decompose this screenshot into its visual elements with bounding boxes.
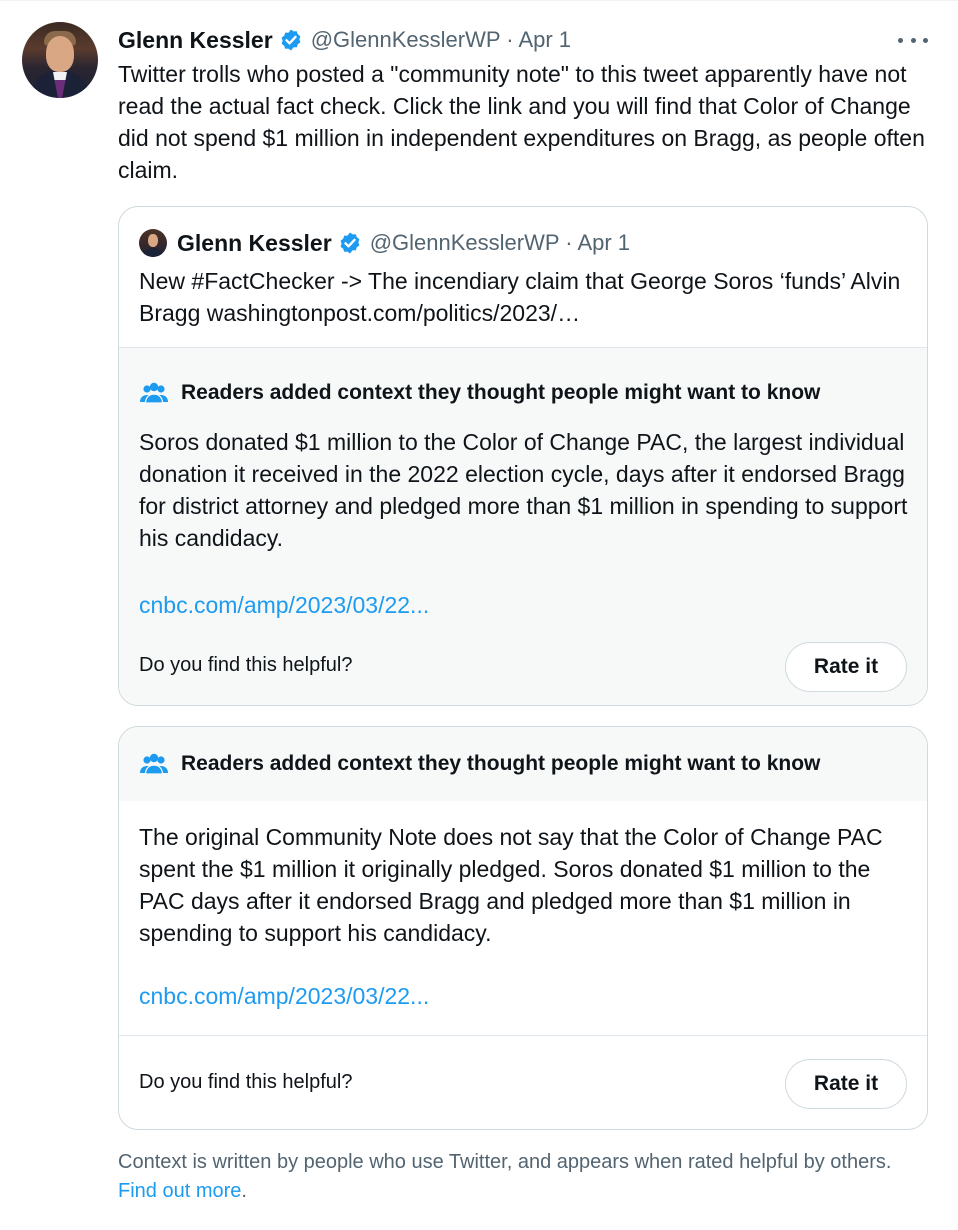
people-icon: [140, 753, 168, 775]
helpful-prompt: Do you find this helpful?: [139, 1071, 353, 1093]
author-avatar[interactable]: [22, 22, 98, 98]
verified-badge-icon: [340, 232, 360, 254]
note-link[interactable]: cnbc.com/amp/2023/03/22...: [139, 983, 429, 1010]
context-footer: Context is written by people who use Twi…: [118, 1148, 918, 1206]
rate-it-button[interactable]: Rate it: [785, 1059, 907, 1109]
helpful-prompt: Do you find this helpful?: [139, 654, 353, 676]
quoted-author-avatar: [139, 229, 167, 257]
people-icon: [140, 382, 168, 404]
note-header: Readers added context they thought peopl…: [119, 727, 927, 801]
find-out-more-link[interactable]: Find out more: [118, 1180, 241, 1202]
top-divider: [0, 0, 958, 1]
note-title: Readers added context they thought peopl…: [139, 378, 820, 408]
quoted-tweet-text: New #FactChecker -> The incendiary claim…: [139, 268, 901, 326]
footer-period: .: [241, 1180, 247, 1202]
community-note: Readers added context they thought peopl…: [119, 347, 927, 705]
quoted-author-handle-date: @GlennKesslerWP · Apr 1: [369, 230, 631, 255]
quoted-tweet-header: Glenn Kessler @GlennKesslerWP · Apr 1: [139, 227, 630, 259]
quoted-tweet-card[interactable]: Glenn Kessler @GlennKesslerWP · Apr 1 Ne…: [118, 206, 928, 706]
author-handle-date[interactable]: @GlennKesslerWP · Apr 1: [311, 27, 571, 53]
tweet-header: Glenn Kessler @GlennKesslerWP · Apr 1: [118, 24, 571, 56]
rate-it-button[interactable]: Rate it: [785, 642, 907, 692]
verified-badge-icon: [281, 29, 301, 51]
tweet-text: Twitter trolls who posted a "community n…: [118, 61, 925, 183]
author-name[interactable]: Glenn Kessler: [118, 27, 273, 54]
community-note-card: Readers added context they thought peopl…: [118, 726, 928, 1130]
quoted-author-name: Glenn Kessler: [177, 229, 332, 256]
note-divider: [119, 1035, 927, 1036]
note-title-text: Readers added context they thought peopl…: [181, 752, 821, 775]
note-text: Soros donated $1 million to the Color of…: [139, 429, 908, 551]
note-title: Readers added context they thought peopl…: [139, 749, 820, 779]
note-title-text: Readers added context they thought peopl…: [181, 381, 821, 404]
more-options-icon[interactable]: [898, 28, 928, 52]
note-link[interactable]: cnbc.com/amp/2023/03/22...: [139, 592, 429, 619]
note-text: The original Community Note does not say…: [139, 824, 883, 946]
footer-text: Context is written by people who use Twi…: [118, 1151, 892, 1173]
